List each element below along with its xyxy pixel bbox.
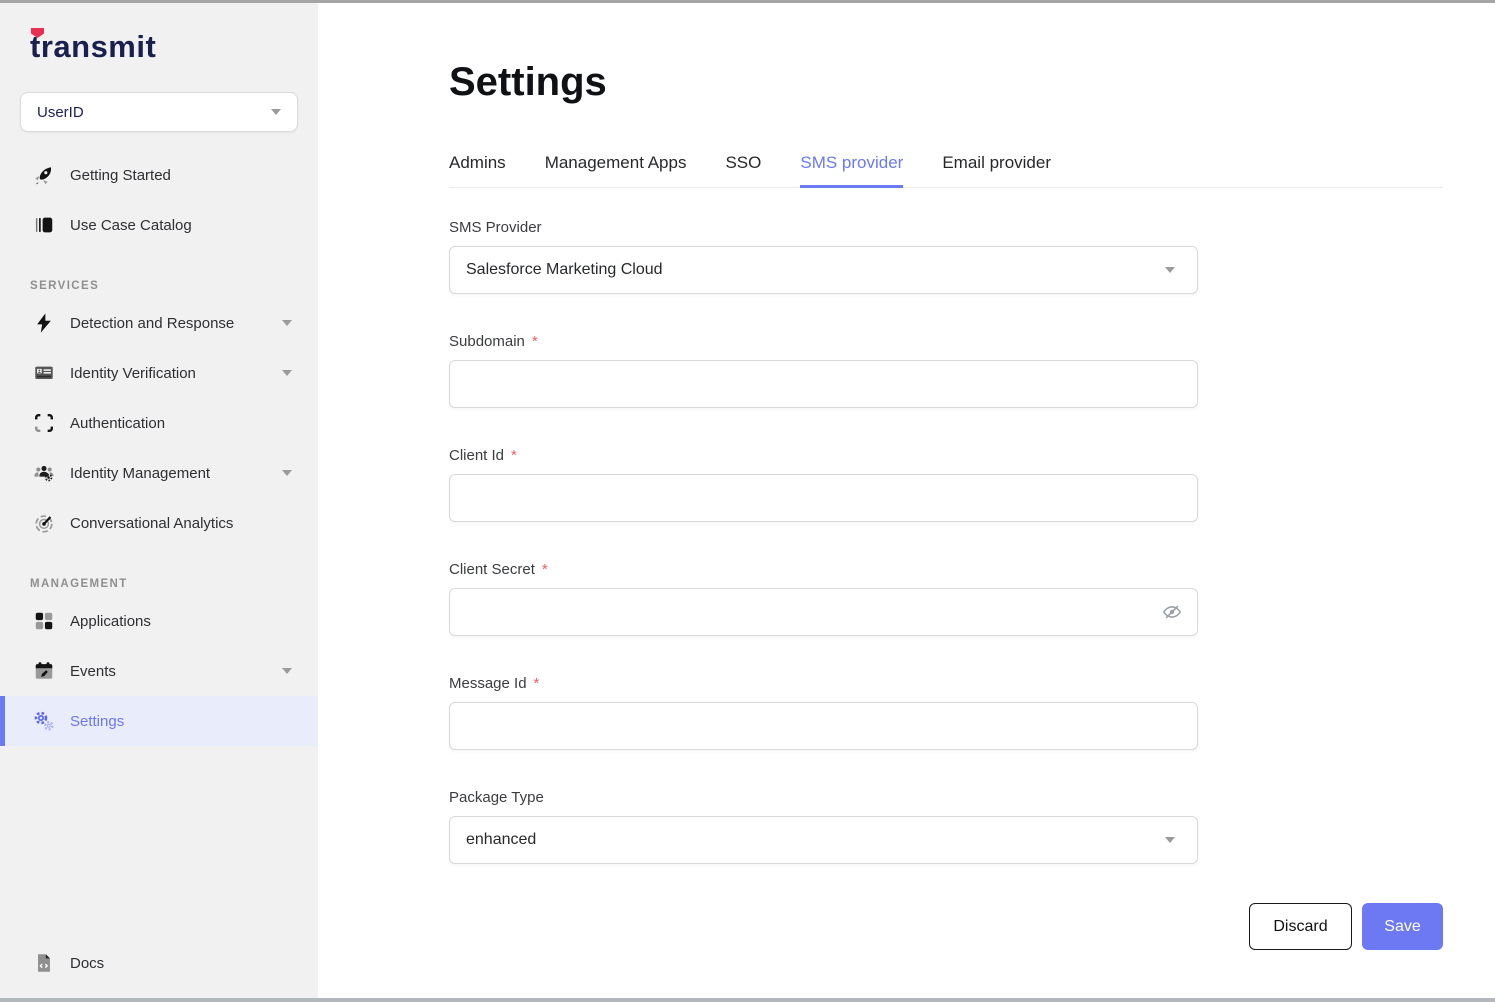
logo-text: transmit	[30, 29, 157, 64]
chevron-down-icon[interactable]	[282, 470, 292, 476]
sidebar-item-events[interactable]: Events	[0, 646, 318, 696]
sidebar-item-docs[interactable]: Docs	[0, 938, 318, 988]
required-asterisk: *	[533, 675, 540, 692]
field-label: Client Secret *	[449, 561, 1198, 578]
save-button[interactable]: Save	[1362, 903, 1443, 950]
eye-off-icon[interactable]	[1160, 600, 1184, 624]
field-label: SMS Provider	[449, 219, 1198, 236]
scan-frame-icon	[32, 411, 56, 435]
doc-code-icon	[32, 951, 56, 975]
label-text: Client Secret	[449, 561, 535, 578]
selected-value: enhanced	[466, 831, 537, 848]
sidebar-item-conversational-analytics[interactable]: Conversational Analytics	[0, 498, 318, 548]
required-asterisk: *	[531, 333, 538, 350]
field-message-id: Message Id *	[449, 675, 1198, 750]
chevron-down-icon	[1165, 267, 1175, 273]
label-text: Subdomain	[449, 333, 525, 350]
client-secret-input[interactable]	[449, 588, 1198, 636]
label-text: Package Type	[449, 789, 544, 806]
sidebar-item-detection-and-response[interactable]: Detection and Response	[0, 298, 318, 348]
field-client-id: Client Id *	[449, 447, 1198, 522]
required-asterisk: *	[541, 561, 548, 578]
sidebar-item-identity-verification[interactable]: Identity Verification	[0, 348, 318, 398]
workspace-selector[interactable]: UserID	[20, 92, 298, 132]
sidebar: transmit UserID Getting Started Use Case…	[0, 3, 318, 998]
field-client-secret: Client Secret *	[449, 561, 1198, 636]
users-gear-icon	[32, 461, 56, 485]
chevron-down-icon[interactable]	[282, 320, 292, 326]
sidebar-item-use-case-catalog[interactable]: Use Case Catalog	[0, 200, 318, 250]
main-content: Settings Admins Management Apps SSO SMS …	[318, 3, 1495, 998]
sidebar-item-getting-started[interactable]: Getting Started	[0, 150, 318, 200]
sidebar-item-settings[interactable]: Settings	[0, 696, 318, 746]
sidebar-item-applications[interactable]: Applications	[0, 596, 318, 646]
subdomain-input[interactable]	[449, 360, 1198, 408]
sidebar-item-label: Use Case Catalog	[70, 216, 192, 234]
label-text: SMS Provider	[449, 219, 542, 236]
logo-container: transmit	[0, 3, 318, 67]
tab-admins[interactable]: Admins	[449, 153, 506, 188]
package-type-select[interactable]: enhanced	[449, 816, 1198, 864]
sidebar-item-label: Authentication	[70, 414, 166, 432]
chevron-down-icon[interactable]	[282, 668, 292, 674]
calendar-edit-icon	[32, 659, 56, 683]
sms-provider-form: SMS Provider Salesforce Marketing Cloud …	[449, 219, 1198, 864]
sidebar-item-label: Conversational Analytics	[70, 514, 234, 532]
field-label: Client Id *	[449, 447, 1198, 464]
label-text: Client Id	[449, 447, 505, 464]
section-title-services: SERVICES	[30, 280, 100, 292]
required-asterisk: *	[511, 447, 517, 464]
form-actions: Discard Save	[449, 903, 1443, 950]
tab-email-provider[interactable]: Email provider	[942, 153, 1051, 188]
rocket-icon	[32, 163, 56, 187]
gears-icon	[32, 709, 56, 733]
id-card-icon	[32, 361, 56, 385]
sms-provider-select[interactable]: Salesforce Marketing Cloud	[449, 246, 1198, 294]
client-secret-input-wrap	[449, 588, 1198, 636]
chevron-down-icon	[271, 109, 281, 115]
sidebar-nav: Getting Started Use Case Catalog SERVICE…	[0, 150, 318, 998]
field-sms-provider: SMS Provider Salesforce Marketing Cloud	[449, 219, 1198, 294]
field-label: Subdomain *	[449, 333, 1198, 350]
sidebar-item-label: Docs	[70, 954, 105, 972]
sidebar-item-label: Detection and Response	[70, 314, 235, 332]
message-id-input[interactable]	[449, 702, 1198, 750]
discard-button[interactable]: Discard	[1249, 903, 1352, 950]
selected-value: Salesforce Marketing Cloud	[466, 261, 663, 278]
client-id-input[interactable]	[449, 474, 1198, 522]
sidebar-item-label: Settings	[70, 712, 125, 730]
tab-sso[interactable]: SSO	[725, 153, 761, 188]
sidebar-item-label: Identity Verification	[70, 364, 196, 382]
tab-sms-provider[interactable]: SMS provider	[800, 153, 904, 188]
field-label: Package Type	[449, 789, 1198, 806]
lightning-icon	[32, 311, 56, 335]
workspace-value: UserID	[37, 103, 84, 121]
window-bottom-edge	[0, 998, 1495, 1002]
sidebar-item-label: Applications	[70, 612, 151, 630]
tab-management-apps[interactable]: Management Apps	[545, 153, 687, 188]
label-text: Message Id	[449, 675, 527, 692]
field-package-type: Package Type enhanced	[449, 789, 1198, 864]
chevron-down-icon	[1165, 837, 1175, 843]
transmit-logo: transmit	[30, 28, 157, 65]
section-title-management: MANAGEMENT	[30, 578, 128, 590]
page-title: Settings	[449, 60, 607, 104]
sidebar-item-authentication[interactable]: Authentication	[0, 398, 318, 448]
chevron-down-icon[interactable]	[282, 370, 292, 376]
gauge-icon	[32, 511, 56, 535]
sidebar-item-identity-management[interactable]: Identity Management	[0, 448, 318, 498]
catalog-icon	[32, 213, 56, 237]
field-label: Message Id *	[449, 675, 1198, 692]
settings-tabs: Admins Management Apps SSO SMS provider …	[449, 153, 1443, 188]
sidebar-item-label: Identity Management	[70, 464, 211, 482]
field-subdomain: Subdomain *	[449, 333, 1198, 408]
sidebar-item-label: Getting Started	[70, 166, 171, 184]
app-grid-icon	[32, 609, 56, 633]
sidebar-item-label: Events	[70, 662, 116, 680]
